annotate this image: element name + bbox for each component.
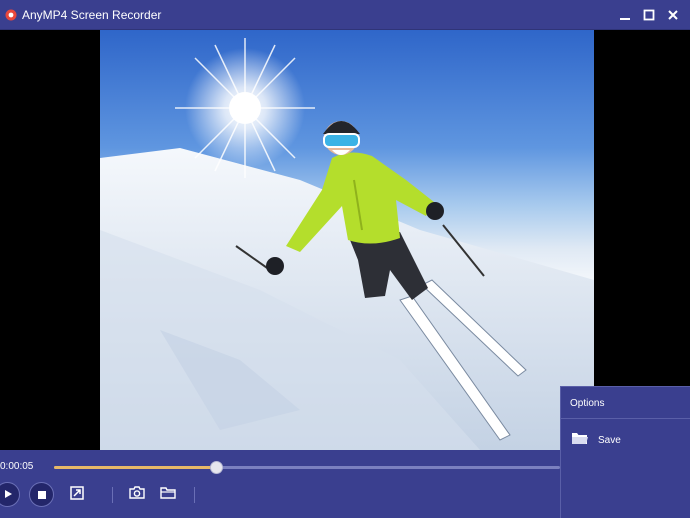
save-option[interactable]: Save bbox=[571, 431, 621, 450]
play-icon bbox=[3, 486, 13, 504]
export-icon bbox=[70, 485, 84, 505]
snapshot-button[interactable] bbox=[128, 486, 146, 504]
title-bar: AnyMP4 Screen Recorder bbox=[0, 0, 690, 30]
toolbar-separator bbox=[194, 487, 195, 503]
progress-thumb[interactable] bbox=[209, 461, 223, 474]
stop-icon bbox=[37, 486, 46, 504]
progress-fill bbox=[54, 466, 216, 469]
app-logo-icon bbox=[4, 8, 18, 22]
save-label: Save bbox=[598, 435, 621, 446]
folder-icon bbox=[160, 486, 176, 504]
export-button[interactable] bbox=[68, 485, 86, 505]
playback-time: 0:00:05 bbox=[0, 461, 34, 472]
sun-icon bbox=[175, 38, 315, 178]
window-controls bbox=[618, 8, 680, 22]
maximize-icon[interactable] bbox=[642, 8, 656, 22]
toolbar-separator bbox=[112, 487, 113, 503]
options-divider bbox=[561, 418, 690, 419]
folder-icon bbox=[571, 431, 589, 450]
video-scene bbox=[100, 38, 594, 450]
options-title: Options bbox=[570, 398, 605, 409]
close-icon[interactable] bbox=[666, 8, 680, 22]
minimize-icon[interactable] bbox=[618, 8, 632, 22]
options-panel: Options Save bbox=[560, 386, 690, 518]
stop-button[interactable] bbox=[29, 482, 54, 507]
video-frame bbox=[100, 30, 594, 450]
progress-slider[interactable] bbox=[54, 461, 560, 474]
open-folder-button[interactable] bbox=[159, 487, 177, 503]
camera-icon bbox=[129, 486, 145, 504]
window-title: AnyMP4 Screen Recorder bbox=[22, 7, 162, 22]
play-button[interactable] bbox=[0, 482, 20, 507]
